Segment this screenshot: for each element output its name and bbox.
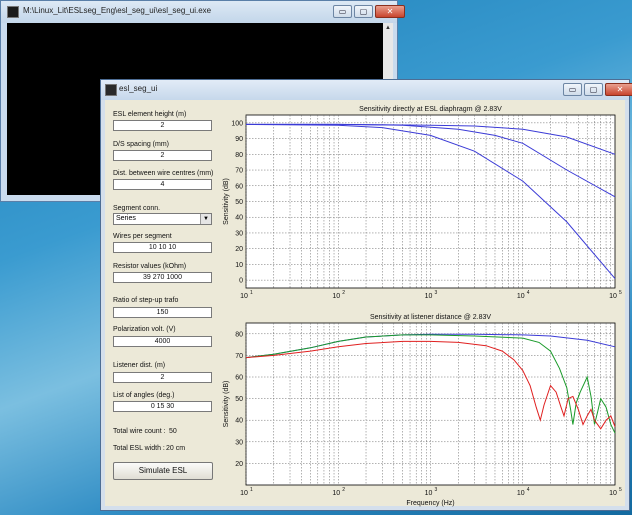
main-window: esl_seg_ui ▭ ▢ ✕ ESL element height (m) … (100, 79, 632, 511)
chart2-ytick-label: 50 (235, 396, 243, 403)
chart1-ytick-label: 0 (239, 278, 243, 285)
chart2-xtick-label: 10 (332, 490, 340, 497)
chart1-xtick-label: 10 (240, 293, 248, 300)
chart2-ytick-label: 30 (235, 439, 243, 446)
chart1-xtick-label: 10 (609, 293, 617, 300)
chart1-xtick-exponent: 1 (250, 290, 253, 296)
chart2-ytick-label: 40 (235, 418, 243, 425)
main-body: ESL element height (m) 2 D/S spacing (mm… (105, 100, 625, 507)
chart2-ytick-label: 60 (235, 375, 243, 382)
chart1-ytick-label: 80 (235, 152, 243, 159)
chart1-xtick-exponent: 5 (619, 290, 622, 296)
chart2-ytick-label: 80 (235, 331, 243, 338)
chart2-xtick-exponent: 1 (250, 487, 253, 493)
chart1-ytick-label: 50 (235, 199, 243, 206)
close-button[interactable]: ✕ (375, 5, 405, 18)
chart1-ytick-label: 20 (235, 246, 243, 253)
chart2-xtick-exponent: 4 (527, 487, 530, 493)
chart1-ytick-label: 40 (235, 215, 243, 222)
chart2-xtick-label: 10 (240, 490, 248, 497)
chart2-xtick-exponent: 3 (435, 487, 438, 493)
matlab-app-icon (105, 84, 117, 96)
main-close-button[interactable]: ✕ (605, 83, 632, 96)
chart2-ytick-label: 20 (235, 461, 243, 468)
minimize-button[interactable]: ▭ (333, 5, 352, 18)
main-title: esl_seg_ui (119, 84, 158, 93)
main-minimize-button[interactable]: ▭ (563, 83, 582, 96)
console-title: M:\Linux_Lit\ESLseg_Eng\esl_seg_ui\esl_s… (23, 6, 212, 15)
chart2-ylabel: Sensitivity (dB) (223, 381, 230, 428)
chart2-xtick-exponent: 2 (342, 487, 345, 493)
chart2-xtick-label: 10 (609, 490, 617, 497)
chart2-title: Sensitivity at listener distance @ 2.83V (370, 314, 491, 321)
charts-area: 010203040506070809010010 1 10 2 10 3 10 4 10 5Sen… (223, 106, 622, 507)
chart1-title: Sensitivity directly at ESL diaphragm @ … (359, 106, 502, 113)
chart1-ytick-label: 90 (235, 136, 243, 143)
chart1-ytick-label: 60 (235, 183, 243, 190)
console-app-icon (7, 6, 19, 18)
chart1-ytick-label: 70 (235, 168, 243, 175)
scroll-up-icon[interactable]: ▲ (383, 23, 393, 33)
chart1-xtick-label: 10 (425, 293, 433, 300)
chart1-ytick-label: 100 (231, 120, 243, 127)
main-maximize-button[interactable]: ▢ (584, 83, 603, 96)
chart1-xtick-label: 10 (332, 293, 340, 300)
chart1-xtick-exponent: 3 (435, 290, 438, 296)
chart2-xlabel: Frequency (Hz) (406, 500, 454, 507)
chart2-ytick-label: 70 (235, 353, 243, 360)
console-titlebar[interactable]: M:\Linux_Lit\ESLseg_Eng\esl_seg_ui\esl_s… (1, 1, 405, 23)
chart2-xtick-label: 10 (517, 490, 525, 497)
chart1-xtick-exponent: 4 (527, 290, 530, 296)
chart1-ytick-label: 10 (235, 262, 243, 269)
chart1-ylabel: Sensitivity (dB) (223, 178, 230, 225)
chart1-xtick-label: 10 (517, 293, 525, 300)
chart1-ytick-label: 30 (235, 230, 243, 237)
chart2-xtick-label: 10 (425, 490, 433, 497)
chart2-xtick-exponent: 5 (619, 487, 622, 493)
maximize-button[interactable]: ▢ (354, 5, 373, 18)
main-titlebar[interactable]: esl_seg_ui ▭ ▢ ✕ (101, 80, 632, 100)
chart1-xtick-exponent: 2 (342, 290, 345, 296)
